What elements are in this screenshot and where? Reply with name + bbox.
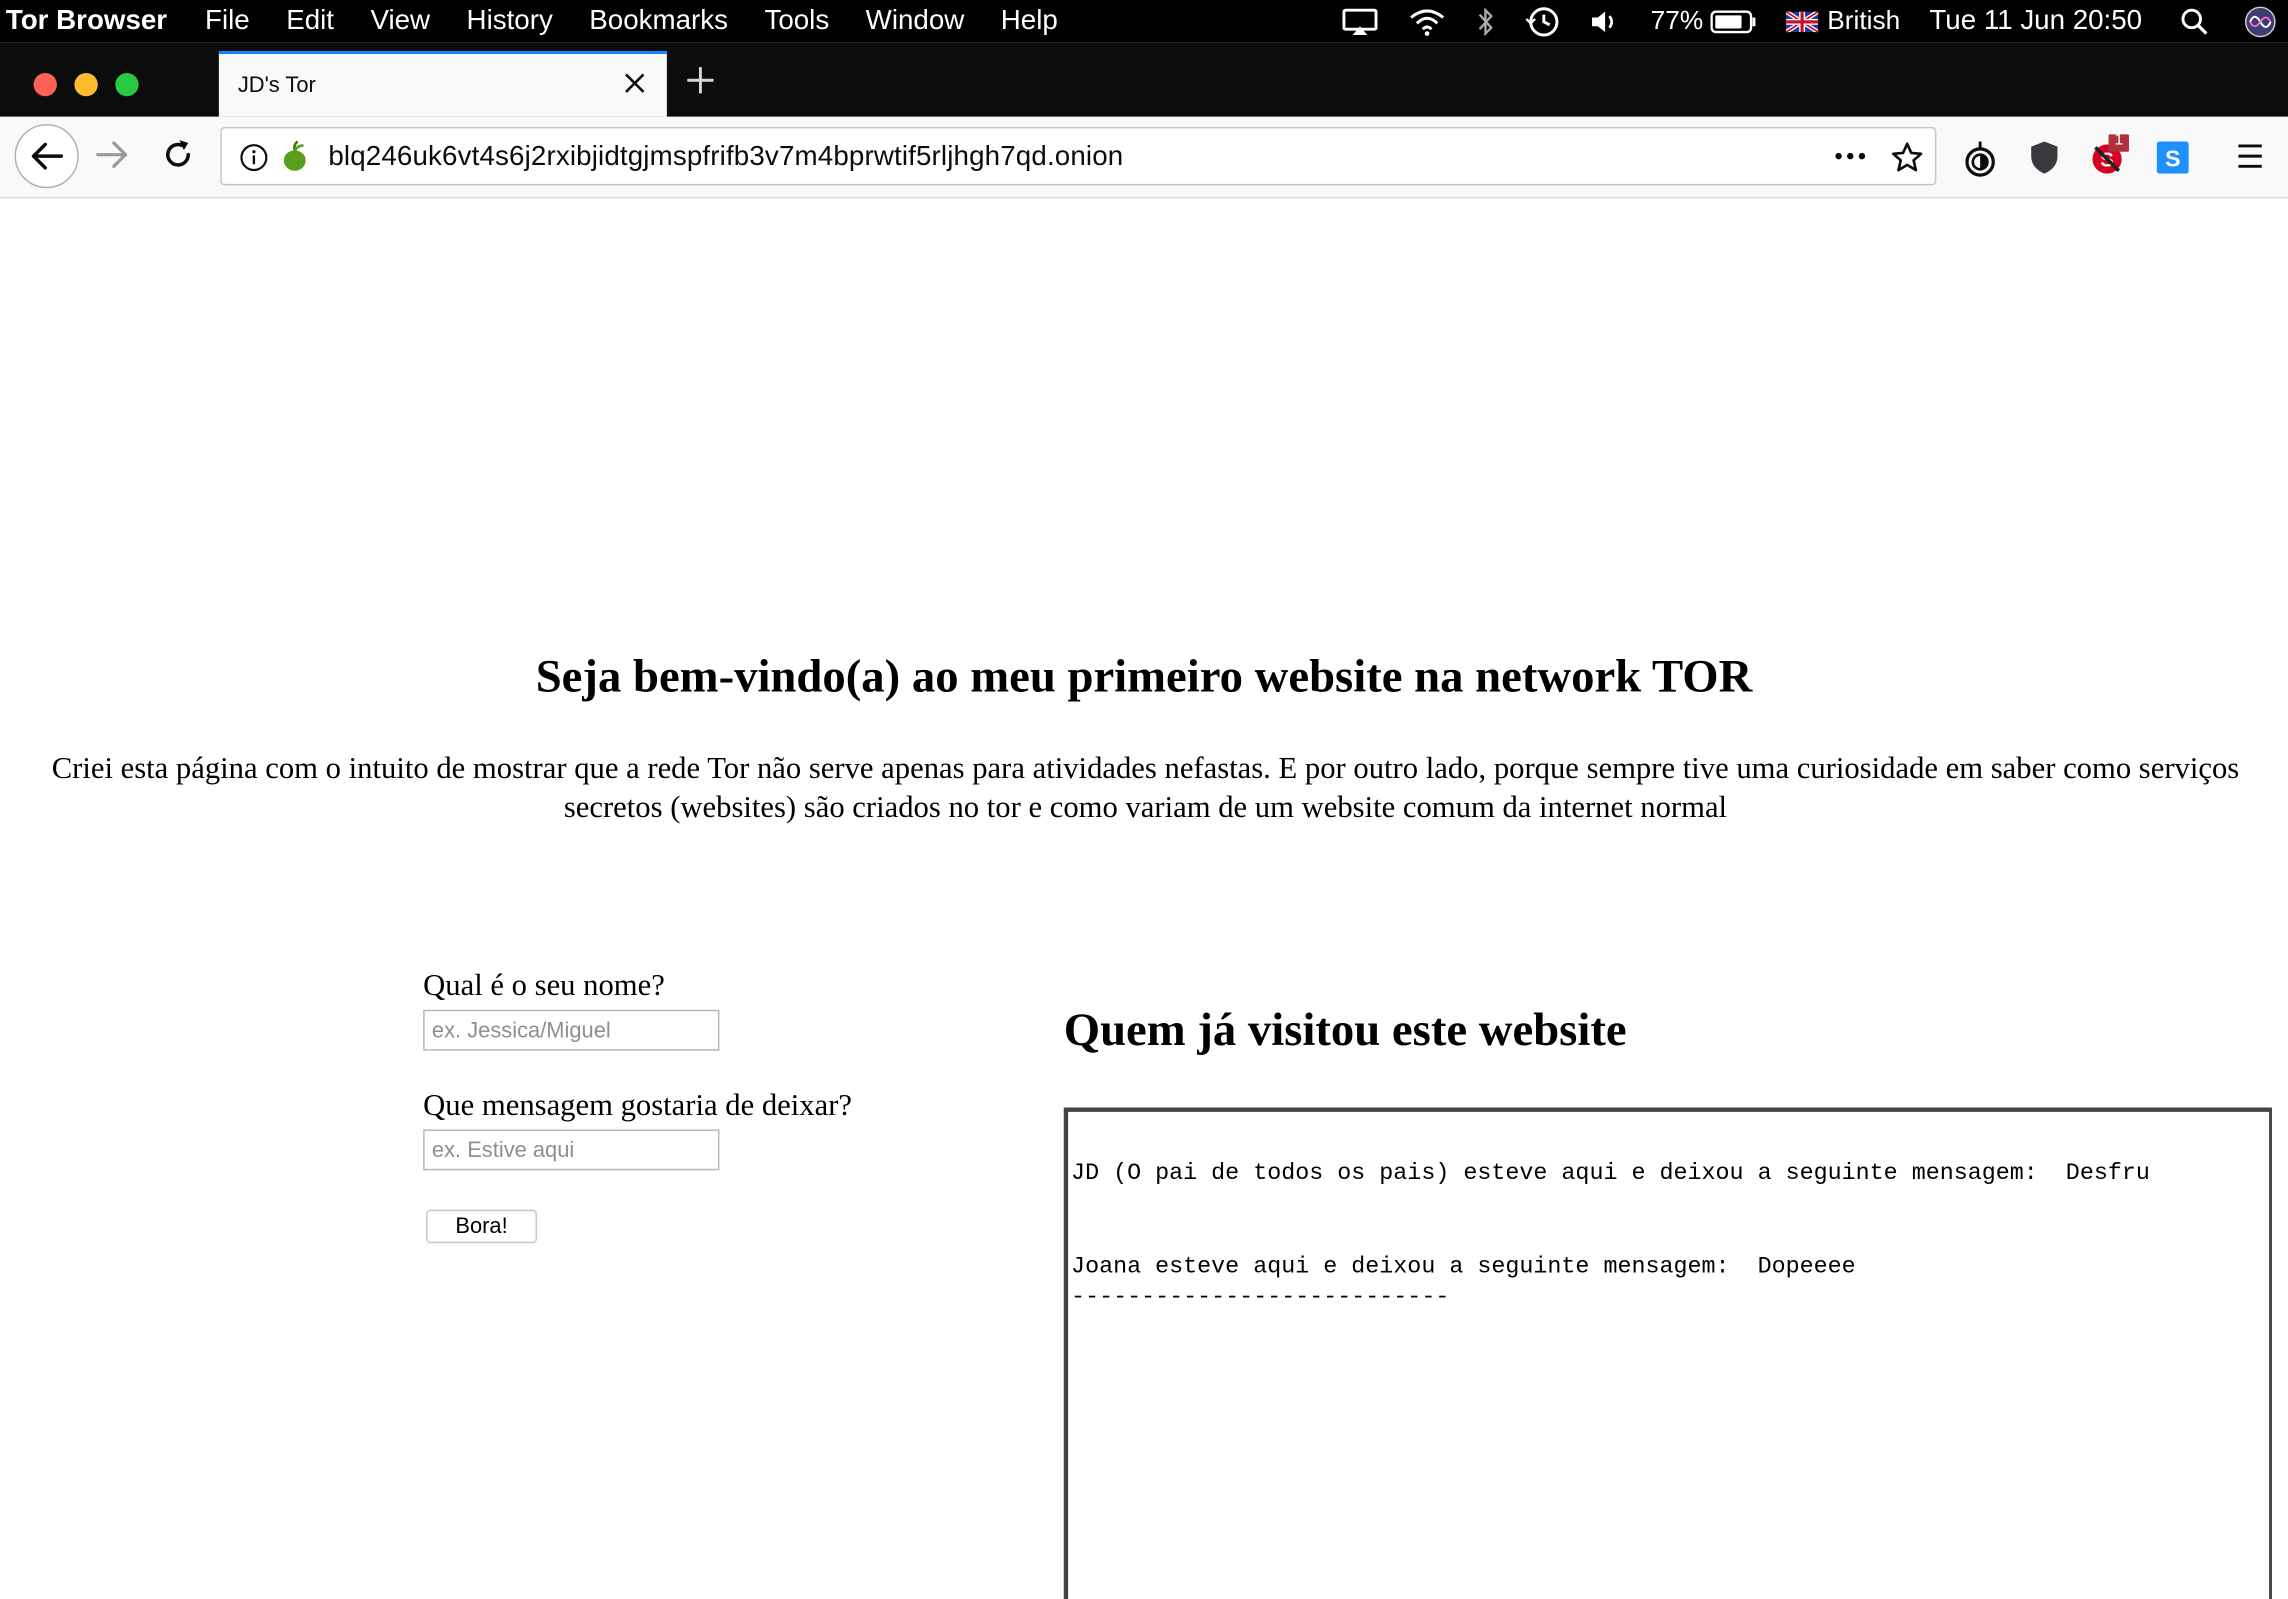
name-label: Qual é o seu nome? <box>423 967 665 1003</box>
visitors-heading: Quem já visitou este website <box>1063 1002 1627 1056</box>
reload-button[interactable] <box>161 137 196 172</box>
app-menus: Tor Browser File Edit View History Bookm… <box>6 0 1094 42</box>
minimize-window-button[interactable] <box>74 72 98 97</box>
spotlight-search-icon[interactable] <box>2180 7 2209 36</box>
visitor-entry: JD (O pai de todos os pais) esteve aqui … <box>1071 1160 2150 1187</box>
close-tab-icon[interactable] <box>620 69 649 105</box>
input-source[interactable]: British <box>1786 6 1900 37</box>
menu-bookmarks[interactable]: Bookmarks <box>589 5 728 37</box>
uk-flag-icon <box>1786 10 1819 32</box>
entry-separator: --------------------------- <box>1071 1284 1450 1311</box>
url-text: blq246uk6vt4s6j2rxibjidtgjmspfrifb3v7m4b… <box>328 141 1124 173</box>
svg-text:S: S <box>2165 145 2181 171</box>
siri-icon[interactable] <box>2244 5 2276 37</box>
name-input[interactable] <box>423 1009 720 1051</box>
web-page: Seja bem-vindo(a) ao meu primeiro websit… <box>0 198 2288 1599</box>
volume-icon[interactable] <box>1589 7 1621 36</box>
menu-view[interactable]: View <box>370 5 430 37</box>
submit-button[interactable]: Bora! <box>426 1209 537 1244</box>
macos-menu-bar: Tor Browser File Edit View History Bookm… <box>0 0 2288 43</box>
skype-extension-icon[interactable]: S <box>2156 141 2189 174</box>
tab-title: JD's Tor <box>237 72 316 98</box>
new-tab-button[interactable] <box>683 63 718 105</box>
tor-onion-button-icon[interactable] <box>1963 140 1998 178</box>
reload-icon <box>166 140 190 167</box>
tab-strip: JD's Tor <box>0 42 2288 117</box>
wifi-icon[interactable] <box>1408 7 1446 36</box>
bookmark-star-icon[interactable] <box>1890 140 1925 182</box>
battery-status[interactable]: 77% <box>1651 6 1758 37</box>
page-actions-menu-icon[interactable] <box>1833 146 1868 174</box>
battery-icon <box>1710 9 1757 33</box>
menu-tools[interactable]: Tools <box>764 5 829 37</box>
noscript-badge: 1 <box>2114 131 2124 149</box>
visitors-log[interactable]: JD (O pai de todos os pais) esteve aqui … <box>1063 1107 2272 1599</box>
menu-help[interactable]: Help <box>1001 5 1058 37</box>
tab-jds-tor[interactable]: JD's Tor <box>218 51 667 117</box>
menu-file[interactable]: File <box>205 5 250 37</box>
menu-history[interactable]: History <box>467 5 553 37</box>
site-info-icon[interactable] <box>239 143 268 179</box>
menu-window[interactable]: Window <box>866 5 965 37</box>
bluetooth-icon[interactable] <box>1476 6 1496 36</box>
message-input[interactable] <box>423 1129 720 1171</box>
menubar-clock[interactable]: Tue 11 Jun 20:50 <box>1929 5 2142 37</box>
address-bar[interactable]: blq246uk6vt4s6j2rxibjidtgjmspfrifb3v7m4b… <box>220 126 1937 186</box>
back-arrow-icon <box>31 142 64 170</box>
security-shield-icon[interactable] <box>2028 140 2060 175</box>
page-heading: Seja bem-vindo(a) ao meu primeiro websit… <box>535 649 1753 702</box>
navigation-toolbar: blq246uk6vt4s6j2rxibjidtgjmspfrifb3v7m4b… <box>0 116 2288 199</box>
noscript-icon[interactable]: S <box>2090 134 2137 178</box>
forward-arrow-icon <box>96 141 128 168</box>
zoom-window-button[interactable] <box>115 72 139 97</box>
visitor-entry: Joana esteve aqui e deixou a seguinte me… <box>1071 1253 1856 1280</box>
app-menu-tor-browser[interactable]: Tor Browser <box>6 5 167 37</box>
onion-icon[interactable] <box>280 140 309 179</box>
intro-paragraph: Criei esta página com o intuito de mostr… <box>51 750 2240 825</box>
forward-button[interactable] <box>93 139 131 171</box>
close-window-button[interactable] <box>33 72 57 97</box>
status-area: 77% British Tue 11 Jun 20:50 <box>1312 0 2276 42</box>
message-label: Que mensagem gostaria de deixar? <box>423 1087 853 1123</box>
back-button[interactable] <box>14 124 79 189</box>
hamburger-menu-icon[interactable] <box>2235 143 2264 169</box>
time-machine-icon[interactable] <box>1525 5 1560 37</box>
menu-edit[interactable]: Edit <box>286 5 334 37</box>
battery-percent: 77% <box>1650 5 1704 36</box>
keyboard-layout-label: British <box>1827 5 1901 36</box>
screen-mirroring-icon[interactable] <box>1341 7 1379 36</box>
